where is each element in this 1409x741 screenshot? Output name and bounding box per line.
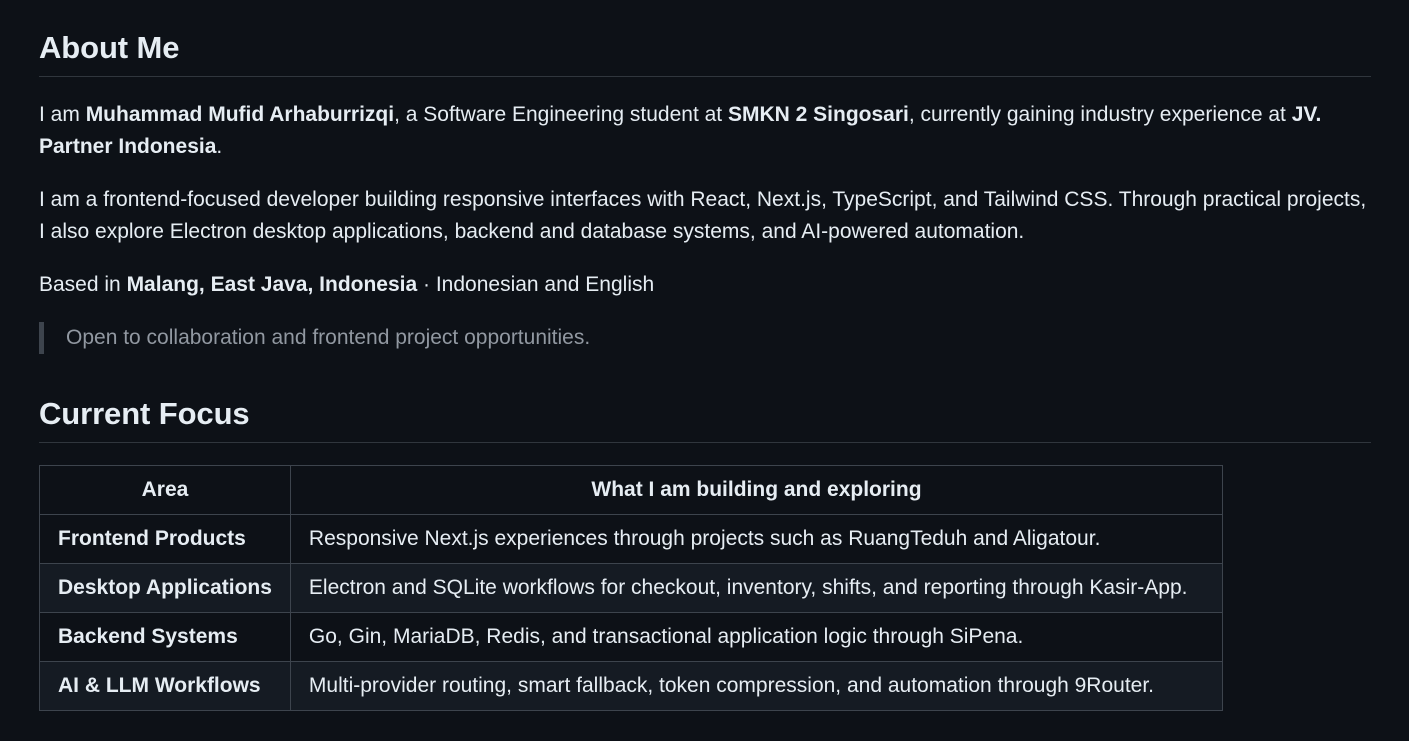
location-prefix: Based in [39,273,127,296]
table-cell-area: Desktop Applications [39,563,291,613]
table-row: Frontend Products Responsive Next.js exp… [39,514,1224,564]
intro-paragraph: I am Muhammad Mufid Arhaburrizqi, a Soft… [39,99,1371,163]
column-header-description: What I am building and exploring [289,465,1224,515]
table-cell-description: Go, Gin, MariaDB, Redis, and transaction… [289,612,1224,662]
table-header-row: Area What I am building and exploring [39,465,1224,515]
readme-content: About Me I am Muhammad Mufid Arhaburrizq… [39,0,1371,711]
table-cell-area: Frontend Products [39,514,291,564]
table-row: Desktop Applications Electron and SQLite… [39,563,1224,613]
location-paragraph: Based in Malang, East Java, Indonesia · … [39,269,1371,301]
current-focus-heading: Current Focus [39,392,1371,443]
intro-text-2: , a Software Engineering student at [394,103,728,126]
table-cell-description: Responsive Next.js experiences through p… [289,514,1224,564]
focus-table: Area What I am building and exploring Fr… [39,465,1224,711]
table-cell-description: Electron and SQLite workflows for checko… [289,563,1224,613]
about-heading: About Me [39,26,1371,77]
collaboration-quote: Open to collaboration and frontend proje… [39,322,1371,354]
column-header-area: Area [39,465,291,515]
table-cell-area: AI & LLM Workflows [39,661,291,711]
author-name: Muhammad Mufid Arhaburrizqi [85,103,395,126]
intro-text-1: I am [39,103,86,126]
skills-paragraph: I am a frontend-focused developer buildi… [39,188,1367,243]
location-name: Malang, East Java, Indonesia [126,273,418,296]
table-cell-area: Backend Systems [39,612,291,662]
intro-text-3: , currently gaining industry experience … [908,103,1292,126]
intro-text-4: . [216,135,223,158]
table-row: AI & LLM Workflows Multi-provider routin… [39,661,1224,711]
languages-text: · Indonesian and English [417,273,655,296]
school-name: SMKN 2 Singosari [727,103,909,126]
table-cell-description: Multi-provider routing, smart fallback, … [289,661,1224,711]
table-row: Backend Systems Go, Gin, MariaDB, Redis,… [39,612,1224,662]
